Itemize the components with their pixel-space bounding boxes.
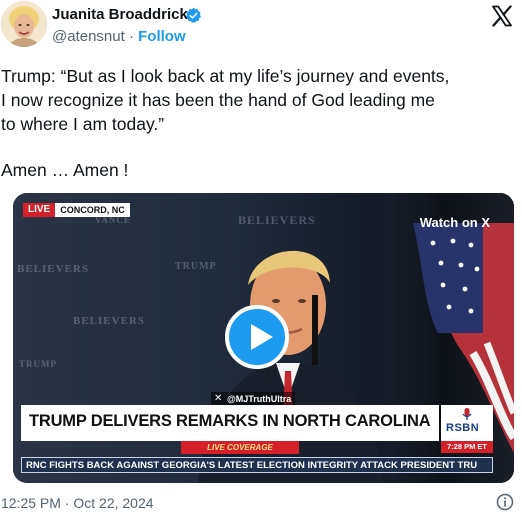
handle-line: @atensnut · Follow	[52, 28, 186, 45]
tweet-header: Juanita Broaddrick @atensnut · Follow	[0, 0, 522, 56]
follow-button[interactable]: Follow	[138, 28, 186, 45]
x-mark-icon: ✕	[214, 393, 223, 404]
headline-text: TRUMP DELIVERS REMARKS IN NORTH CAROLINA	[29, 412, 431, 430]
separator-dot: ·	[128, 28, 134, 45]
info-icon[interactable]	[496, 493, 514, 511]
tweet-line: Trump: “But as I look back at my life’s …	[1, 66, 450, 86]
play-icon	[251, 324, 273, 350]
backdrop-word: BELIEVERS	[17, 263, 89, 275]
author-name[interactable]: Juanita Broaddrick	[52, 6, 188, 23]
tweet-line: I now recognize it has been the hand of …	[1, 90, 435, 110]
ticker-text: RNC FIGHTS BACK AGAINST GEORGIA'S LATEST…	[26, 460, 478, 471]
news-ticker: RNC FIGHTS BACK AGAINST GEORGIA'S LATEST…	[21, 457, 493, 473]
live-label: LIVE	[23, 203, 56, 217]
backdrop-word: TRUMP	[19, 359, 57, 369]
avatar[interactable]	[1, 1, 47, 47]
tweet-closing-text: Amen … Amen !	[1, 160, 129, 180]
backdrop-word: BELIEVERS	[73, 315, 145, 327]
live-coverage-tag: LIVE COVERAGE	[181, 441, 299, 454]
video-watermark: ✕ @MJTruthUltra	[211, 392, 296, 406]
lower-third-banner: TRUMP DELIVERS REMARKS IN NORTH CAROLINA	[21, 405, 439, 441]
tweet-timestamp[interactable]: 12:25 PM · Oct 22, 2024	[1, 495, 154, 511]
watermark-text: @MJTruthUltra	[227, 394, 292, 404]
verified-badge-icon	[185, 7, 202, 23]
tweet-text: Trump: “But as I look back at my life’s …	[1, 64, 516, 136]
play-button[interactable]	[225, 305, 289, 369]
microphone-icon	[462, 408, 472, 420]
broadcast-time: 7:28 PM ET	[441, 441, 493, 453]
video-player[interactable]: BELIEVERS BELIEVERS TRUMP BELIEVERS TRUM…	[13, 193, 514, 483]
author-handle[interactable]: @atensnut	[52, 28, 125, 45]
location-label: CONCORD, NC	[55, 203, 130, 217]
live-badge: LIVE CONCORD, NC	[23, 203, 130, 217]
tweet-line: to where I am today.”	[1, 114, 165, 134]
watch-on-x-link[interactable]: Watch on X	[420, 215, 490, 230]
x-logo-icon[interactable]	[490, 4, 514, 28]
network-name: RSBN	[446, 422, 480, 434]
network-logo: RSBN	[441, 405, 493, 441]
